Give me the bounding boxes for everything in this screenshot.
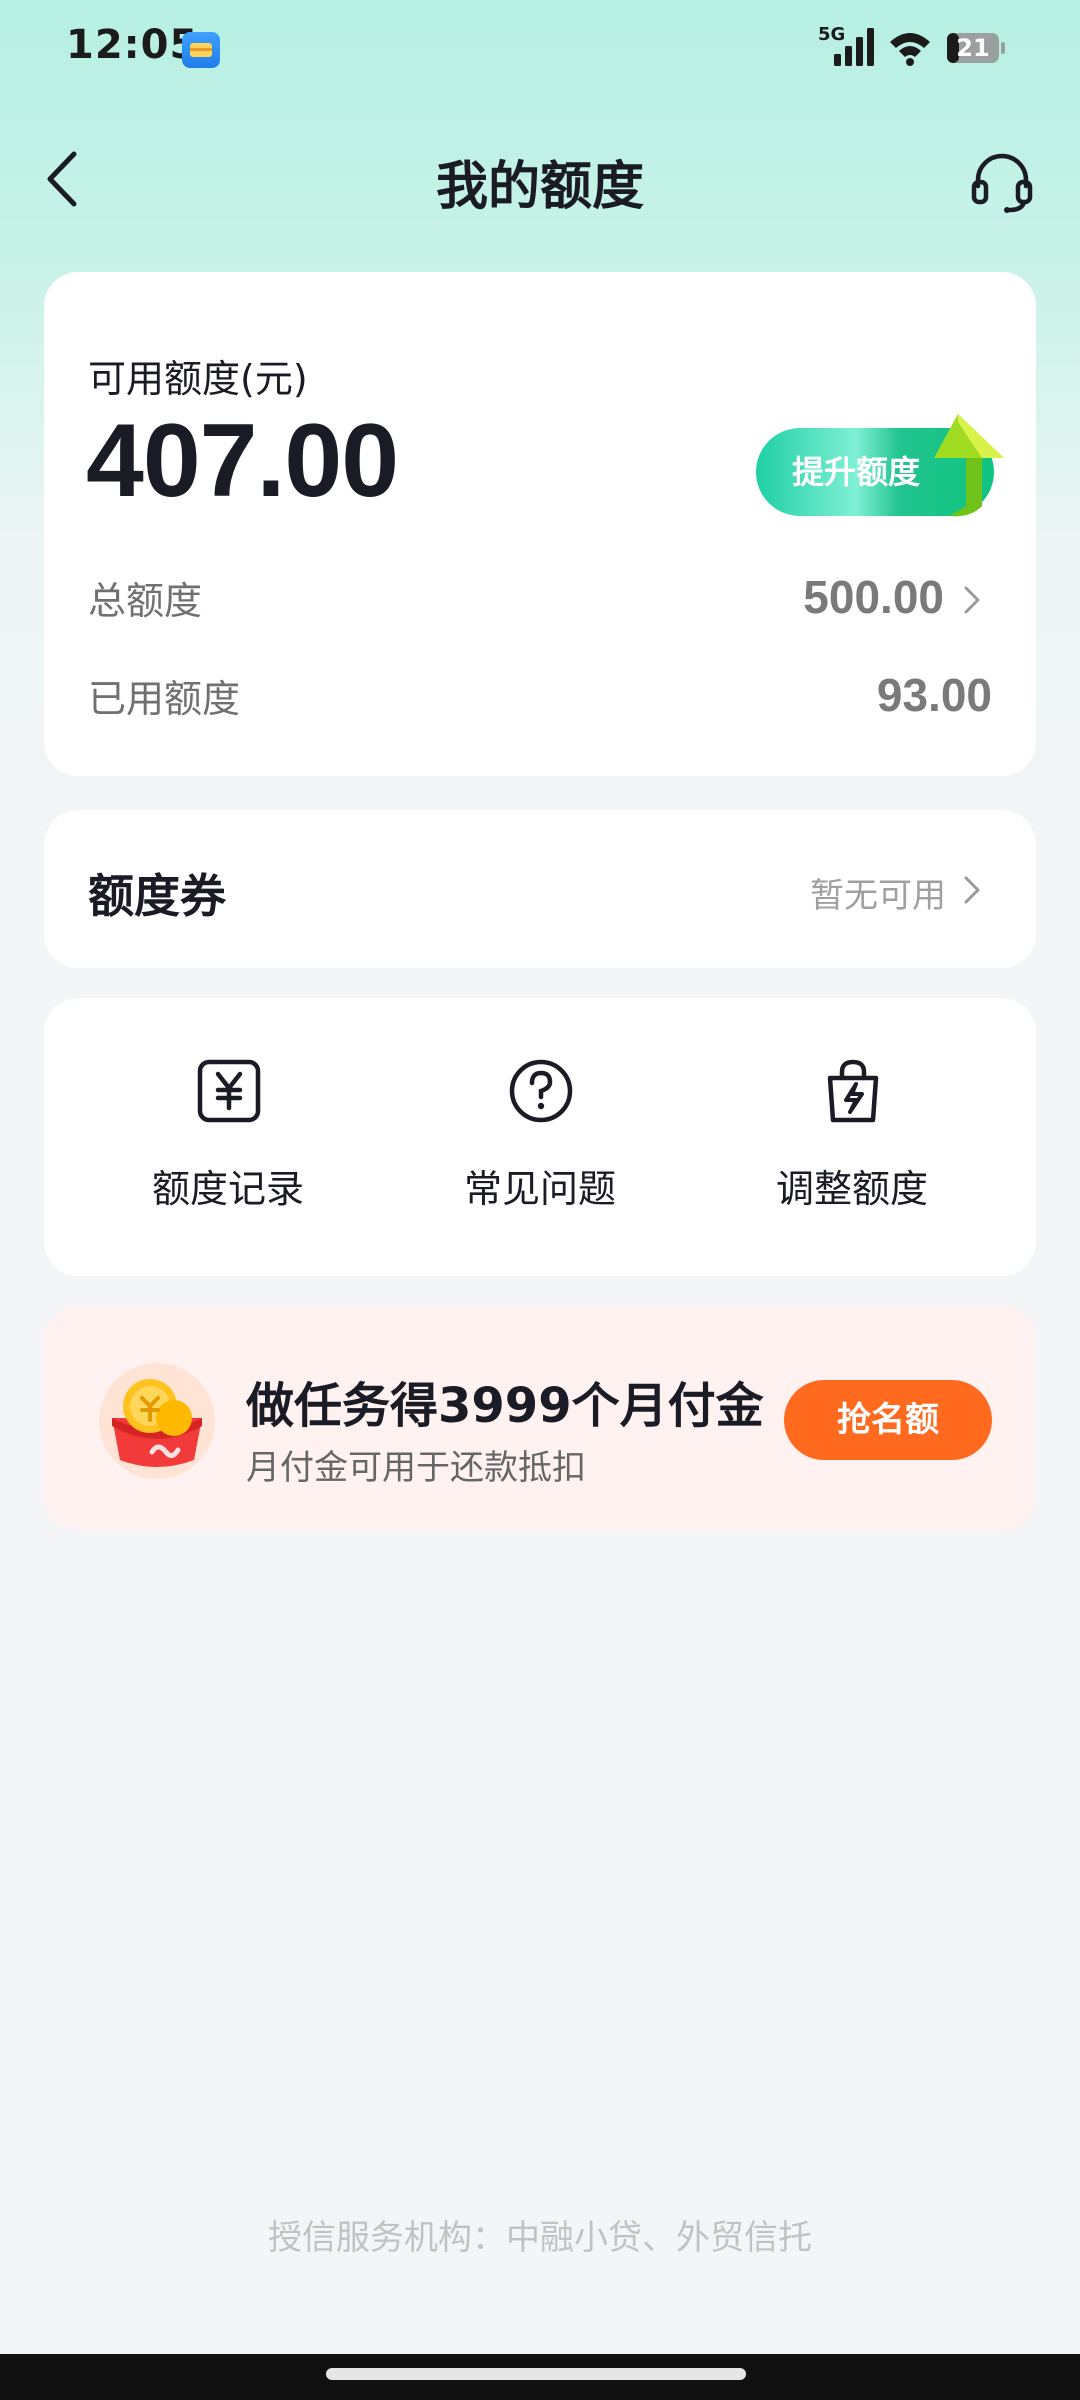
used-limit-label: 已用额度 bbox=[88, 677, 241, 721]
credit-institution-text: 授信服务机构：中融小贷、外贸信托 bbox=[268, 2218, 812, 2258]
chevron-right-icon bbox=[964, 876, 980, 904]
grab-slot-button[interactable]: 抢名额 bbox=[784, 1380, 992, 1460]
headset-icon[interactable] bbox=[970, 150, 1034, 214]
status-time: 12:05 bbox=[66, 22, 199, 68]
total-limit-label: 总额度 bbox=[88, 579, 203, 623]
chevron-right-icon[interactable] bbox=[962, 582, 982, 618]
navigation-bar bbox=[0, 2354, 1080, 2400]
arrow-up-icon bbox=[934, 414, 1004, 517]
page-title: 我的额度 bbox=[435, 157, 644, 217]
coupon-status: 暂无可用 bbox=[810, 876, 946, 916]
coin-red-envelope-icon bbox=[99, 1363, 215, 1479]
promo-title: 做任务得3999个月付金 bbox=[246, 1378, 764, 1434]
total-limit-value[interactable]: 500.00 bbox=[803, 570, 944, 624]
status-bar: 12:05 5G 21 bbox=[0, 0, 1080, 100]
wifi-icon bbox=[890, 33, 930, 66]
coupon-label: 额度券 bbox=[88, 869, 226, 923]
limit-record-shortcut[interactable]: 额度记录 bbox=[78, 1058, 378, 1228]
shortcut-label: 常见问题 bbox=[463, 1167, 616, 1211]
credit-limit-card: 可用额度(元) 407.00 提升额度 总额度 500.00 已用额度 93.0… bbox=[44, 272, 1036, 776]
shortcut-label: 调整额度 bbox=[775, 1167, 928, 1211]
available-limit-label: 可用额度(元) bbox=[88, 357, 308, 401]
shortcut-panel: 额度记录 常见问题 调整额度 bbox=[44, 998, 1036, 1276]
bag-lightning-icon bbox=[827, 1059, 879, 1123]
yuan-record-icon bbox=[197, 1059, 261, 1123]
task-promo-banner[interactable]: 做任务得3999个月付金 月付金可用于还款抵扣 抢名额 bbox=[44, 1306, 1036, 1530]
used-limit-value: 93.00 bbox=[876, 669, 992, 721]
wallet-app-icon bbox=[182, 32, 220, 68]
available-limit-amount: 407.00 bbox=[86, 403, 399, 519]
home-indicator[interactable] bbox=[326, 2368, 746, 2380]
signal-icon bbox=[834, 28, 874, 66]
faq-shortcut[interactable]: 常见问题 bbox=[390, 1058, 690, 1228]
promo-subtitle: 月付金可用于还款抵扣 bbox=[246, 1448, 586, 1488]
shortcut-label: 额度记录 bbox=[151, 1167, 304, 1211]
limit-coupon-row[interactable]: 额度券 暂无可用 bbox=[44, 810, 1036, 968]
adjust-limit-shortcut[interactable]: 调整额度 bbox=[702, 1058, 1002, 1228]
question-circle-icon bbox=[509, 1059, 573, 1123]
battery-level: 21 bbox=[956, 34, 990, 62]
